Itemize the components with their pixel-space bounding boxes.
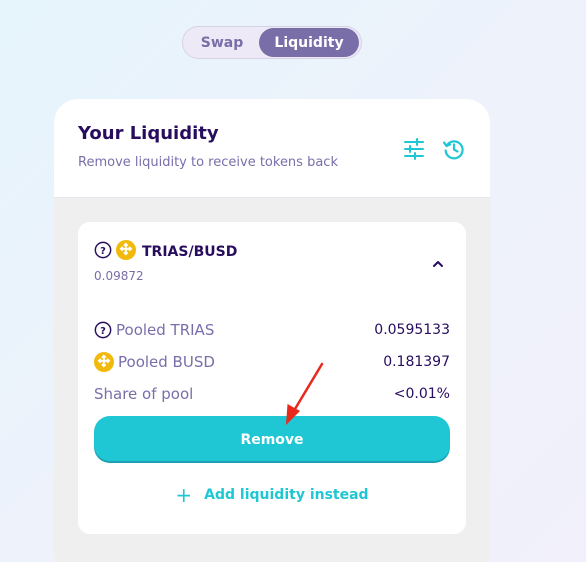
busd-icon — [94, 352, 114, 372]
settings-tune-icon[interactable] — [402, 137, 426, 161]
card-body: ? TRIAS/BUSD 0.09872 ? Pooled TRIAS 0.05… — [54, 198, 490, 562]
position-card: ? TRIAS/BUSD 0.09872 ? Pooled TRIAS 0.05… — [78, 222, 466, 534]
svg-text:?: ? — [100, 326, 106, 337]
chevron-up-icon[interactable] — [431, 256, 445, 270]
share-of-pool-value: <0.01% — [393, 386, 450, 402]
pair-header: ? TRIAS/BUSD — [94, 240, 237, 264]
pooled-trias-row: ? Pooled TRIAS 0.0595133 — [94, 320, 450, 340]
share-of-pool-row: Share of pool <0.01% — [94, 384, 450, 404]
liquidity-card: Your Liquidity Remove liquidity to recei… — [54, 99, 490, 562]
pooled-trias-label: Pooled TRIAS — [116, 321, 215, 339]
pooled-trias-value: 0.0595133 — [374, 322, 450, 338]
add-liquidity-label: Add liquidity instead — [204, 487, 369, 503]
pooled-busd-row: Pooled BUSD 0.181397 — [94, 352, 450, 372]
question-icon: ? — [94, 241, 112, 263]
card-subtitle: Remove liquidity to receive tokens back — [78, 155, 338, 170]
add-liquidity-link[interactable]: + Add liquidity instead — [78, 485, 466, 505]
plus-icon: + — [175, 483, 193, 507]
busd-icon — [116, 240, 136, 264]
svg-text:?: ? — [100, 246, 106, 257]
history-icon[interactable] — [442, 137, 466, 161]
share-of-pool-label: Share of pool — [94, 385, 194, 403]
tab-swap[interactable]: Swap — [185, 28, 259, 57]
remove-button[interactable]: Remove — [94, 416, 450, 463]
card-header: Your Liquidity Remove liquidity to recei… — [54, 99, 490, 198]
swap-liquidity-toggle: Swap Liquidity — [182, 26, 362, 59]
question-icon: ? — [94, 321, 112, 339]
pair-amount: 0.09872 — [94, 269, 144, 283]
pooled-busd-label: Pooled BUSD — [118, 353, 215, 371]
card-title: Your Liquidity — [78, 123, 219, 144]
tab-liquidity[interactable]: Liquidity — [259, 28, 359, 57]
pooled-busd-value: 0.181397 — [383, 354, 450, 370]
pair-name: TRIAS/BUSD — [142, 244, 238, 260]
